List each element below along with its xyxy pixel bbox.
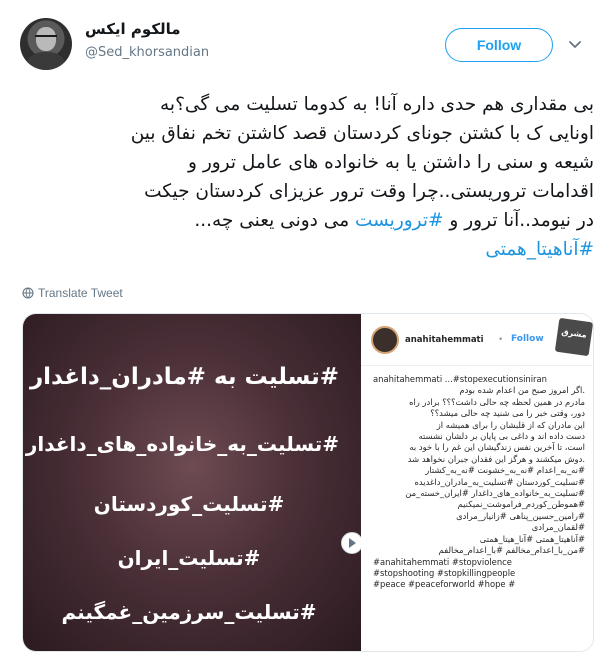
caption-line: این مادران که از قلبشان را برای همیشه از xyxy=(436,419,585,430)
caption-line: #رامین_حسین_پناهی #زانیار_مرادی xyxy=(456,510,585,521)
condolence-line: #تسلیت_به_خانواده_های_داغدار xyxy=(25,432,339,456)
author-handle[interactable]: @Sed_khorsandian xyxy=(85,45,209,60)
play-arrow-icon xyxy=(349,538,356,548)
instagram-avatar xyxy=(371,326,399,354)
tweet-text: بی مقداری هم حدی داره آنا! به کدوما تسلی… xyxy=(22,90,594,264)
caption-line: #من_با_اعدام_مخالفم #با_اعدام_مخالفم xyxy=(438,545,585,556)
tweet-line: شیعه و سنی را داشتن یا به خانواده های عا… xyxy=(188,152,594,173)
instagram-username: anahitahemmati xyxy=(405,335,484,345)
next-image-button[interactable] xyxy=(341,532,363,554)
caption-line: #تسلیت_به_خانواده_های_داغدار #ایران_خسته… xyxy=(405,488,585,499)
author-name[interactable]: مالکوم ایکس xyxy=(85,20,181,38)
instagram-screenshot[interactable]: anahitahemmati • Follow مشرق anahitahemm… xyxy=(361,314,593,651)
instagram-follow: Follow xyxy=(511,334,544,344)
caption-line: #anahitahemmati #stopviolence xyxy=(373,556,512,567)
mashregh-logo: مشرق xyxy=(554,317,593,357)
tweet-line: اونایی ک با کشتن جونای کردستان قصد کاشتن… xyxy=(130,123,594,144)
tweet-line: در نیومد..آنا ترور و #تروریست می دونی یع… xyxy=(22,206,594,235)
hashtag-link-terrorist[interactable]: #تروریست xyxy=(355,210,444,231)
chevron-down-icon[interactable] xyxy=(567,36,583,52)
hashtag-link-anahita[interactable]: #آناهیتا_همتی xyxy=(22,235,594,264)
caption-line: anahitahemmati ...#stopexecutionsiniran xyxy=(373,374,547,384)
caption-line: #تسلیت_کوردستان #تسلیت_به_مادران_داغدیده xyxy=(414,476,586,487)
caption-line: دست داده اند و داغی بی پایان بر دلشان نش… xyxy=(418,431,585,442)
translate-label: Translate Tweet xyxy=(38,286,123,300)
tweet-header: مالکوم ایکس @Sed_khorsandian Follow xyxy=(0,0,616,90)
logo-text: مشرق xyxy=(560,327,588,340)
caption-line: #لقمان_مرادی xyxy=(531,522,585,533)
condolence-line: #تسلیت به #مادران_داغدار xyxy=(29,364,339,390)
caption-line: .اگر امروز صبح من اعدام شده بودم xyxy=(459,385,585,396)
caption-line: #peace #peaceforworld #hope # xyxy=(373,579,516,590)
media-container[interactable]: #تسلیت به #مادران_داغدار #تسلیت_به_خانوا… xyxy=(22,313,594,652)
tweet-line: بی مقداری هم حدی داره آنا! به کدوما تسلی… xyxy=(160,94,594,115)
tweet-line: اقدامات تروریستی..چرا وقت ترور عزیزای کر… xyxy=(144,181,594,202)
condolence-line: #تسلیت_ایران xyxy=(117,546,261,570)
tweet-text-segment: در نیومد..آنا ترور و xyxy=(443,210,594,231)
condolence-line: #تسلیت_کوردستان xyxy=(93,492,285,516)
author-avatar[interactable] xyxy=(20,18,72,70)
avatar-glasses-shape xyxy=(35,35,57,41)
follow-button[interactable]: Follow xyxy=(445,28,553,62)
globe-icon xyxy=(22,287,34,299)
condolence-image[interactable]: #تسلیت به #مادران_داغدار #تسلیت_به_خانوا… xyxy=(23,314,361,651)
caption-line: #هموطن_کوردم_فراموشت_نمیکنیم xyxy=(457,499,585,510)
caption-line: #stopshooting #stopkillingpeople xyxy=(373,567,516,578)
caption-line: .دوش میکشند و هرگز این فقدان جبران نخواه… xyxy=(407,453,585,464)
caption-line: است، تا آخرین نفس زندگیشان این غم را با … xyxy=(409,442,585,453)
caption-line: #آناهیتا_همتی #آنا_هیتا_همتی xyxy=(479,533,585,544)
separator-dot: • xyxy=(498,335,504,345)
tweet-text-segment: می دونی یعنی چه... xyxy=(194,210,355,231)
condolence-line: #تسلیت_سرزمین_غمگینم xyxy=(61,600,317,624)
translate-tweet-link[interactable]: Translate Tweet xyxy=(22,286,123,300)
caption-line: #نه_به_اعدام #نه_به_خشونت #نه_به_کشتار xyxy=(425,465,585,476)
avatar-body-shape xyxy=(26,52,66,70)
instagram-header: anahitahemmati • Follow مشرق xyxy=(361,314,593,366)
caption-line: مادرم در همین لحظه چه حالی داشت؟؟؟ برادر… xyxy=(409,396,585,407)
instagram-caption: anahitahemmati ...#stopexecutionsiniran … xyxy=(373,374,585,591)
caption-line: دور، وقتی خبر را می شنید چه حالی میشد؟؟ xyxy=(430,408,585,419)
